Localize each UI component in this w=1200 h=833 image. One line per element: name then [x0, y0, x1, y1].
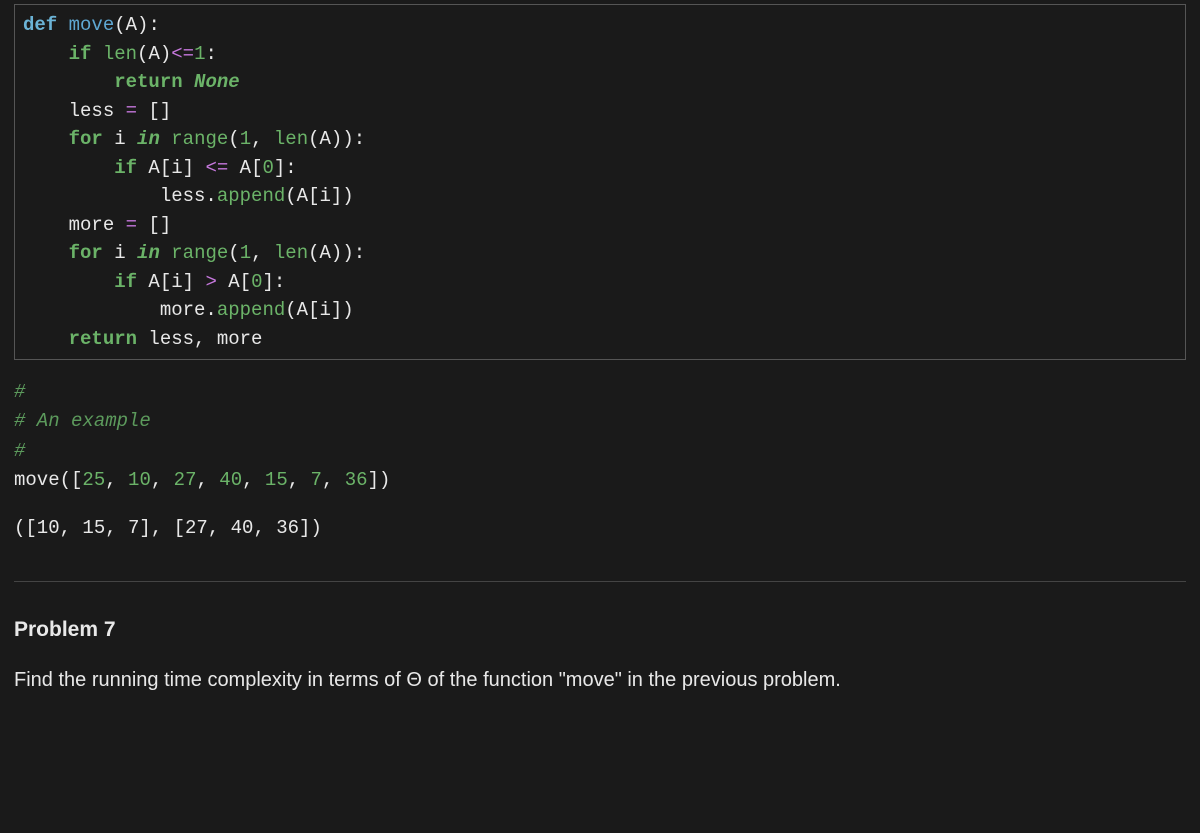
- params: (A):: [114, 14, 160, 36]
- comment: # An example: [14, 410, 151, 432]
- keyword-if: if: [69, 43, 92, 65]
- call-name: move: [14, 469, 60, 491]
- keyword-in: in: [137, 128, 160, 150]
- code-cell-function-def: def move(A): if len(A)<=1: return None l…: [14, 4, 1186, 360]
- none-literal: None: [194, 71, 240, 93]
- builtin-len: len: [103, 43, 137, 65]
- problem-text: Find the running time complexity in term…: [14, 666, 1186, 694]
- keyword-for: for: [69, 128, 103, 150]
- output-result: ([10, 15, 7], [27, 40, 36]): [14, 514, 1186, 543]
- comment: #: [14, 381, 25, 403]
- comment: #: [14, 440, 25, 462]
- keyword-return: return: [114, 71, 182, 93]
- op-le: <=: [171, 43, 194, 65]
- builtin-range: range: [171, 128, 228, 150]
- divider: [14, 581, 1186, 582]
- keyword-def: def: [23, 14, 57, 36]
- code-cell-example: # # An example # move([25, 10, 27, 40, 1…: [14, 378, 1186, 496]
- function-name: move: [69, 14, 115, 36]
- method-append: append: [217, 185, 285, 207]
- problem-heading: Problem 7: [14, 618, 1186, 642]
